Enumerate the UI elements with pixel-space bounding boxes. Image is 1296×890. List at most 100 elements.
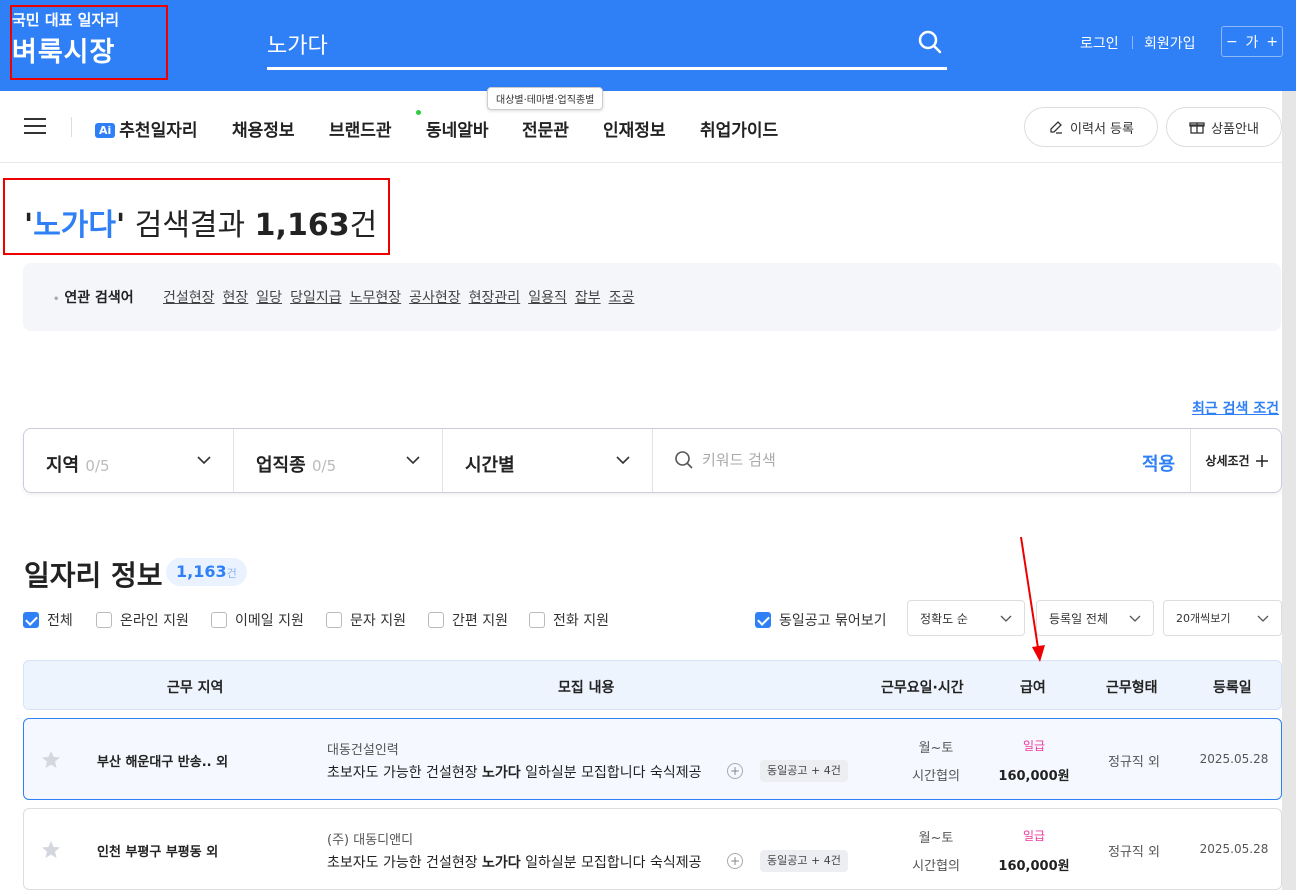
related-term[interactable]: 잡부 [575, 287, 601, 307]
related-term[interactable]: 일당 [256, 287, 282, 307]
checkbox-easy-apply[interactable]: 간편 지원 [428, 610, 508, 630]
plus-icon [1255, 454, 1268, 467]
font-decrease-button[interactable]: − [1226, 34, 1238, 50]
pay-type: 일급 [1022, 829, 1046, 843]
employment-type: 정규직 외 [1108, 845, 1160, 860]
gift-icon [1189, 122, 1205, 134]
nav-item-guide[interactable]: 취업가이드 [700, 116, 778, 141]
region-filter[interactable]: 지역 0/5 [24, 429, 234, 492]
nav-item-brand[interactable]: 브랜드관 [329, 116, 392, 141]
specialty-tooltip: 대상별·테마별·업직종별 [487, 87, 604, 110]
search-bar [267, 24, 947, 70]
search-input[interactable] [267, 26, 887, 62]
related-term[interactable]: 현장 [223, 287, 249, 307]
job-title[interactable]: 초보자도 가능한 건설현장 노가다 일하실분 모집합니다 숙식제공 [327, 762, 712, 782]
related-keywords-label: 연관 검색어 [53, 287, 133, 307]
register-date: 2025.05.28 [1199, 752, 1269, 766]
checkbox-phone-apply[interactable]: 전화 지원 [529, 610, 609, 630]
header-days-hours: 근무요일·시간 [881, 680, 964, 696]
header-divider [1132, 36, 1133, 49]
checkbox-email-apply[interactable]: 이메일 지원 [211, 610, 304, 630]
jobs-count-badge: 1,163건 [166, 558, 247, 586]
recent-search-link[interactable]: 최근 검색 조건 [1192, 398, 1279, 418]
nav-item-talent[interactable]: 인재정보 [603, 116, 666, 141]
related-term[interactable]: 노무현장 [350, 287, 402, 307]
related-term[interactable]: 당일지급 [290, 287, 342, 307]
per-page-select[interactable]: 20개씩보기 [1163, 600, 1282, 636]
font-size-control: − 가 + [1221, 26, 1283, 57]
job-title[interactable]: 초보자도 가능한 건설현장 노가다 일하실분 모집합니다 숙식제공 [327, 852, 712, 872]
main-nav: Ai 추천일자리 채용정보 브랜드관 동네알바 전문관 인재정보 취업가이드 이력… [0, 91, 1296, 163]
hamburger-menu-icon[interactable] [24, 118, 46, 136]
pay-amount: 160,000원 [998, 859, 1070, 874]
nav-item-local-parttime[interactable]: 동네알바 [426, 116, 489, 141]
pay-amount: 160,000원 [998, 769, 1070, 784]
checkbox-sms-apply[interactable]: 문자 지원 [326, 610, 406, 630]
checkbox-online-apply[interactable]: 온라인 지원 [96, 610, 189, 630]
chevron-down-icon [197, 456, 211, 465]
scrollbar-track[interactable] [1282, 91, 1296, 890]
font-increase-button[interactable]: + [1266, 34, 1278, 50]
jobs-section-title: 일자리 정보 [24, 559, 163, 592]
chevron-down-icon [1129, 615, 1141, 622]
sort-select[interactable]: 정확도 순 [907, 600, 1025, 636]
nav-item-jobs[interactable]: 채용정보 [232, 116, 295, 141]
top-header: 국민 대표 일자리 벼룩시장 로그인 회원가입 − 가 + [0, 0, 1296, 91]
related-term[interactable]: 일용직 [528, 287, 567, 307]
job-category-filter[interactable]: 업직종 0/5 [234, 429, 443, 492]
expand-plus-icon[interactable]: + [727, 763, 743, 779]
related-keywords-panel: 연관 검색어 건설현장 현장 일당 당일지급 노무현장 공사현장 현장관리 일용… [23, 263, 1281, 331]
related-term[interactable]: 공사현장 [409, 287, 461, 307]
keyword-search-field[interactable]: 키워드 검색 [674, 449, 776, 470]
table-header: 근무 지역 모집 내용 근무요일·시간 급여 근무형태 등록일 [23, 660, 1282, 710]
signup-link[interactable]: 회원가입 [1144, 33, 1196, 53]
related-term[interactable]: 건설현장 [163, 287, 215, 307]
time-filter[interactable]: 시간별 [443, 429, 653, 492]
detail-conditions-button[interactable]: 상세조건 [1190, 429, 1282, 492]
job-region: 부산 해운대구 반송.. 외 [97, 755, 229, 770]
star-icon[interactable] [41, 840, 61, 860]
search-icon[interactable] [917, 29, 947, 59]
company-name[interactable]: 대동건설인력 [327, 739, 399, 758]
chevron-down-icon [616, 456, 630, 465]
star-icon[interactable] [41, 750, 61, 770]
header-date: 등록일 [1213, 680, 1252, 696]
product-info-button[interactable]: 상품안내 [1166, 107, 1282, 147]
expand-plus-icon[interactable]: + [727, 853, 743, 869]
nav-item-specialty[interactable]: 전문관 [522, 116, 569, 141]
checkbox-group-same[interactable]: 동일공고 묶어보기 [755, 610, 887, 630]
header-content: 모집 내용 [558, 680, 615, 696]
pencil-icon [1050, 121, 1063, 134]
same-posting-badge[interactable]: 동일공고 + 4건 [760, 760, 848, 782]
filter-bar: 지역 0/5 업직종 0/5 시간별 키워드 검색 적용 상세조건 [23, 428, 1282, 493]
register-date: 2025.05.28 [1199, 842, 1269, 856]
resume-register-button[interactable]: 이력서 등록 [1024, 107, 1158, 147]
login-link[interactable]: 로그인 [1080, 33, 1119, 53]
header-job-type: 근무형태 [1106, 680, 1158, 696]
header-pay: 급여 [1020, 680, 1046, 696]
annotation-box-logo [10, 5, 168, 80]
table-row[interactable]: 인천 부평구 부평동 외 (주) 대동디앤디 초보자도 가능한 건설현장 노가다… [23, 808, 1282, 890]
chevron-down-icon [1000, 615, 1012, 622]
employment-type: 정규직 외 [1108, 755, 1160, 770]
table-row[interactable]: 부산 해운대구 반송.. 외 대동건설인력 초보자도 가능한 건설현장 노가다 … [23, 718, 1282, 800]
pay-type: 일급 [1022, 739, 1046, 753]
related-term[interactable]: 현장관리 [469, 287, 521, 307]
apply-button[interactable]: 적용 [1142, 450, 1175, 476]
header-region: 근무 지역 [167, 680, 224, 696]
work-days: 월~토 [918, 831, 954, 846]
company-name[interactable]: (주) 대동디앤디 [327, 829, 413, 848]
annotation-box-result [3, 178, 390, 255]
work-days: 월~토 [918, 741, 954, 756]
work-hours: 시간협의 [912, 859, 960, 874]
nav-divider [71, 117, 72, 137]
period-select[interactable]: 등록일 전체 [1036, 600, 1154, 636]
same-posting-badge[interactable]: 동일공고 + 4건 [760, 850, 848, 872]
job-region: 인천 부평구 부평동 외 [97, 845, 219, 860]
related-term[interactable]: 조공 [609, 287, 635, 307]
checkbox-all[interactable]: 전체 [23, 610, 73, 630]
chevron-down-icon [406, 456, 420, 465]
new-indicator-dot [416, 110, 421, 115]
nav-item-recommend[interactable]: Ai 추천일자리 [95, 116, 198, 141]
search-icon [675, 450, 693, 469]
